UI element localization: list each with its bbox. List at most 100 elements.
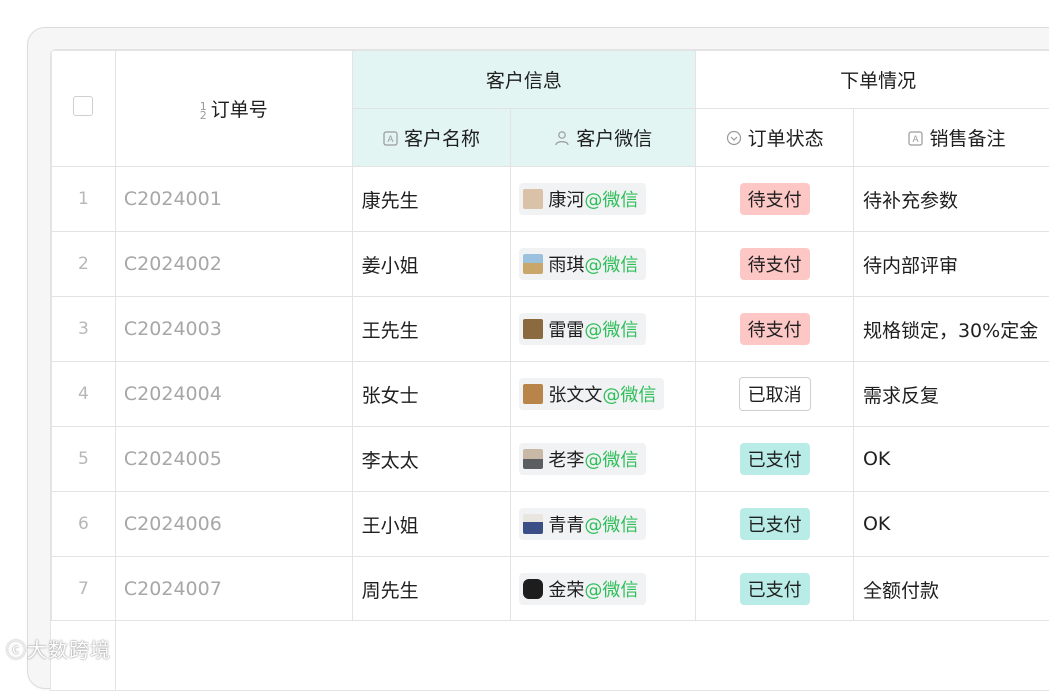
table-row[interactable]: 7 C2024007 周先生 金荣@微信 已支付 全额付款	[52, 557, 1049, 622]
wechat-contact-chip[interactable]: 康河@微信	[519, 183, 646, 215]
avatar	[523, 449, 543, 469]
wechat-suffix: @微信	[602, 381, 656, 407]
customer-name-cell[interactable]: 王小姐	[352, 492, 511, 557]
order-status-cell[interactable]: 已支付	[696, 427, 854, 492]
customer-wechat-cell[interactable]: 康河@微信	[511, 167, 696, 232]
order-number-label: 订单号	[211, 99, 268, 121]
customer-wechat-header[interactable]: 客户微信	[511, 109, 696, 167]
status-badge: 已支付	[740, 573, 810, 605]
table-row[interactable]: 4 C2024004 张女士 张文文@微信 已取消 需求反复	[52, 362, 1049, 427]
row-index: 7	[52, 557, 116, 622]
avatar	[523, 384, 543, 404]
wechat-contact-chip[interactable]: 雨琪@微信	[519, 248, 646, 280]
sales-note-header[interactable]: A 销售备注	[853, 109, 1049, 167]
wechat-suffix: @微信	[584, 576, 638, 602]
customer-info-group-header: 客户信息	[352, 51, 696, 109]
order-number-cell[interactable]: C2024007	[115, 557, 352, 622]
table-footer	[51, 620, 1049, 691]
wechat-name: 青青	[548, 511, 584, 537]
status-badge: 已支付	[740, 508, 810, 540]
customer-wechat-cell[interactable]: 雷雷@微信	[511, 297, 696, 362]
row-index: 4	[52, 362, 116, 427]
table-row[interactable]: 6 C2024006 王小姐 青青@微信 已支付 OK	[52, 492, 1049, 557]
wechat-contact-chip[interactable]: 青青@微信	[519, 508, 646, 540]
customer-name-cell[interactable]: 张女士	[352, 362, 511, 427]
sales-note-cell[interactable]: 需求反复	[853, 362, 1049, 427]
order-status-cell[interactable]: 已支付	[696, 492, 854, 557]
wechat-contact-chip[interactable]: 张文文@微信	[519, 378, 664, 410]
order-number-cell[interactable]: C2024001	[115, 167, 352, 232]
select-all-checkbox[interactable]	[73, 96, 93, 116]
watermark-text: 大数跨境	[27, 638, 111, 662]
table-row[interactable]: 2 C2024002 姜小姐 雨琪@微信 待支付 待内部评审	[52, 232, 1049, 297]
order-status-cell[interactable]: 待支付	[696, 167, 854, 232]
customer-name-cell[interactable]: 李太太	[352, 427, 511, 492]
avatar	[523, 189, 543, 209]
avatar	[523, 319, 543, 339]
wechat-name: 老李	[548, 446, 584, 472]
customer-wechat-cell[interactable]: 青青@微信	[511, 492, 696, 557]
wechat-contact-chip[interactable]: 金荣@微信	[519, 573, 646, 605]
order-number-cell[interactable]: C2024006	[115, 492, 352, 557]
status-badge: 已取消	[739, 377, 811, 411]
sales-note-cell[interactable]: 全额付款	[853, 557, 1049, 622]
customer-wechat-cell[interactable]: 张文文@微信	[511, 362, 696, 427]
order-number-cell[interactable]: C2024005	[115, 427, 352, 492]
avatar	[523, 254, 543, 274]
status-badge: 待支付	[740, 248, 810, 280]
sort-numeric-icon: 12	[200, 102, 207, 120]
table-row[interactable]: 5 C2024005 李太太 老李@微信 已支付 OK	[52, 427, 1049, 492]
wechat-name: 雨琪	[548, 251, 584, 277]
row-index: 5	[52, 427, 116, 492]
sales-note-cell[interactable]: 待内部评审	[853, 232, 1049, 297]
data-table-sheet: 12订单号 客户信息 下单情况 A 客户名称 客户微信	[50, 49, 1049, 691]
wechat-suffix: @微信	[584, 251, 638, 277]
svg-text:A: A	[388, 134, 394, 144]
customer-name-cell[interactable]: 姜小姐	[352, 232, 511, 297]
row-index: 1	[52, 167, 116, 232]
customer-name-header[interactable]: A 客户名称	[352, 109, 511, 167]
wechat-contact-chip[interactable]: 老李@微信	[519, 443, 646, 475]
row-index: 6	[52, 492, 116, 557]
customer-name-cell[interactable]: 王先生	[352, 297, 511, 362]
status-badge: 待支付	[740, 183, 810, 215]
orders-table: 12订单号 客户信息 下单情况 A 客户名称 客户微信	[51, 50, 1049, 622]
wechat-suffix: @微信	[584, 511, 638, 537]
order-status-cell[interactable]: 已取消	[696, 362, 854, 427]
wechat-contact-chip[interactable]: 雷雷@微信	[519, 313, 646, 345]
order-number-cell[interactable]: C2024002	[115, 232, 352, 297]
order-status-label: 订单状态	[748, 128, 824, 150]
table-row[interactable]: 3 C2024003 王先生 雷雷@微信 待支付 规格锁定，30%定金	[52, 297, 1049, 362]
sales-note-cell[interactable]: 规格锁定，30%定金	[853, 297, 1049, 362]
text-field-icon: A	[908, 129, 923, 151]
status-badge: 已支付	[740, 443, 810, 475]
select-all-cell	[52, 51, 116, 167]
sales-note-cell[interactable]: 待补充参数	[853, 167, 1049, 232]
customer-wechat-cell[interactable]: 老李@微信	[511, 427, 696, 492]
order-number-cell[interactable]: C2024004	[115, 362, 352, 427]
person-icon	[554, 129, 570, 151]
customer-wechat-cell[interactable]: 金荣@微信	[511, 557, 696, 622]
sales-note-cell[interactable]: OK	[853, 427, 1049, 492]
watermark-icon: ⓒ	[6, 638, 27, 662]
sales-note-cell[interactable]: OK	[853, 492, 1049, 557]
row-index: 2	[52, 232, 116, 297]
customer-name-cell[interactable]: 周先生	[352, 557, 511, 622]
customer-wechat-cell[interactable]: 雨琪@微信	[511, 232, 696, 297]
watermark-logo: ⓒ大数跨境	[6, 634, 111, 663]
order-status-cell[interactable]: 待支付	[696, 232, 854, 297]
customer-wechat-label: 客户微信	[576, 128, 652, 150]
order-status-cell[interactable]: 已支付	[696, 557, 854, 622]
sales-note-label: 销售备注	[929, 128, 1005, 150]
order-status-header[interactable]: 订单状态	[696, 109, 854, 167]
text-field-icon: A	[383, 129, 398, 151]
table-row[interactable]: 1 C2024001 康先生 康河@微信 待支付 待补充参数	[52, 167, 1049, 232]
customer-name-cell[interactable]: 康先生	[352, 167, 511, 232]
wechat-suffix: @微信	[584, 446, 638, 472]
order-number-header[interactable]: 12订单号	[115, 51, 352, 167]
order-status-cell[interactable]: 待支付	[696, 297, 854, 362]
order-status-group-header: 下单情况	[696, 51, 1049, 109]
order-number-cell[interactable]: C2024003	[115, 297, 352, 362]
customer-name-label: 客户名称	[404, 128, 480, 150]
wechat-suffix: @微信	[584, 316, 638, 342]
